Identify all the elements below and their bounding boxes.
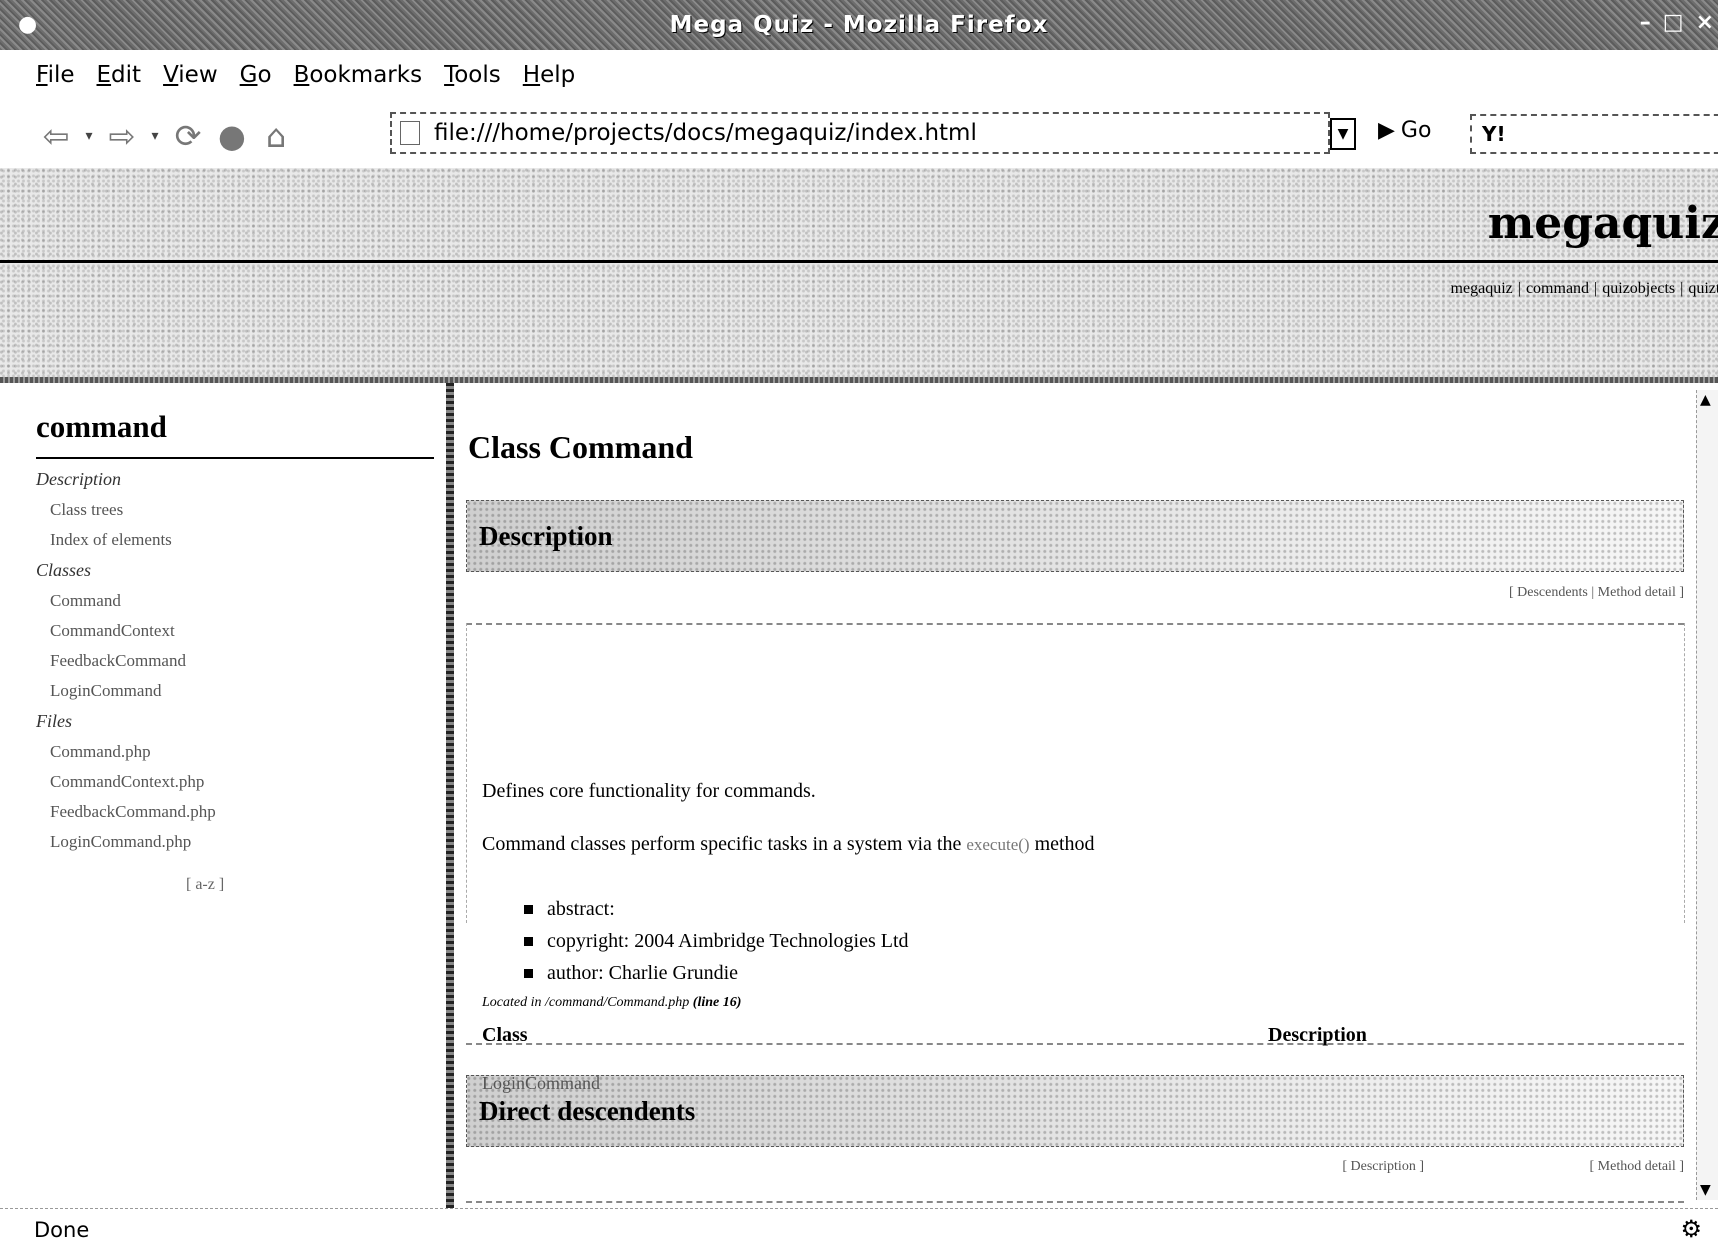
sidebar-link-logincommand[interactable]: LoginCommand <box>36 681 448 701</box>
url-bar[interactable] <box>390 112 1330 154</box>
menu-go[interactable]: Go <box>240 62 272 88</box>
descendents-heading: Direct descendents <box>479 1096 696 1126</box>
window-titlebar: ● Mega Quiz - Mozilla Firefox – □ × <box>0 0 1718 50</box>
close-icon[interactable]: × <box>1696 10 1714 35</box>
forward-arrow-icon[interactable]: ⇨ <box>100 114 144 158</box>
description-right-border <box>1684 623 1685 923</box>
sidebar-link-logincommand-php[interactable]: LoginCommand.php <box>36 832 448 852</box>
description-bottom-border <box>466 1043 1684 1045</box>
search-engine-label: Y! <box>1482 122 1506 146</box>
sidebar-heading-files: Files <box>36 711 72 731</box>
located-in-text: Located in /command/Command.php (line 16… <box>482 995 741 1011</box>
doc-tag-author: author: Charlie Grundie <box>524 957 909 989</box>
status-activity-icon: ⚙ <box>1680 1215 1702 1243</box>
sidebar-link-feedbackcommand-php[interactable]: FeedbackCommand.php <box>36 802 448 822</box>
menu-file[interactable]: File <box>36 62 75 88</box>
sidebar-link-feedbackcommand[interactable]: FeedbackCommand <box>36 651 448 671</box>
page-icon <box>400 121 420 145</box>
description-heading: Description <box>479 521 613 551</box>
located-prefix: Located in <box>482 995 542 1010</box>
site-title: megaquiz <box>1487 198 1718 249</box>
go-button[interactable]: ▶ Go <box>1378 118 1431 143</box>
site-banner: megaquiz megaquiz | command | quizobject… <box>0 168 1718 383</box>
class-summary: Defines core functionality for commands. <box>482 780 816 802</box>
doc-tag-abstract: abstract: <box>524 893 909 925</box>
description-top-border <box>466 623 1684 625</box>
sidebar-index-link[interactable]: [ a-z ] <box>36 876 448 894</box>
sidebar-link-command[interactable]: Command <box>36 591 448 611</box>
window-controls: – □ × <box>1640 10 1714 35</box>
page-content: megaquiz megaquiz | command | quizobject… <box>0 168 1718 1208</box>
menu-help[interactable]: Help <box>523 62 575 88</box>
sidebar-heading-description: Description <box>36 469 121 489</box>
scroll-up-arrow-icon[interactable]: ▲ <box>1700 392 1711 408</box>
execute-method-link[interactable]: execute() <box>966 835 1029 854</box>
class-description: Command classes perform specific tasks i… <box>482 833 1095 856</box>
sidebar-link-commandcontext[interactable]: CommandContext <box>36 621 448 641</box>
descendents-top-border <box>466 1201 1684 1203</box>
table-header-description: Description <box>1268 1024 1367 1046</box>
window-title: Mega Quiz - Mozilla Firefox <box>669 12 1049 38</box>
table-header-class: Class <box>482 1024 528 1046</box>
reload-icon[interactable]: ⟳ <box>166 114 210 158</box>
maximize-icon[interactable]: □ <box>1663 10 1684 35</box>
navigation-toolbar: ⇦ ▾ ⇨ ▾ ⟳ ● ⌂ ▼ ▶ Go Y! <box>0 104 1718 168</box>
menu-tools[interactable]: Tools <box>444 62 501 88</box>
frame-divider[interactable] <box>446 383 454 1208</box>
url-input[interactable] <box>434 120 1328 146</box>
back-arrow-icon[interactable]: ⇦ <box>34 114 78 158</box>
forward-dropdown-icon[interactable]: ▾ <box>144 128 166 144</box>
located-line: (line 16) <box>692 995 742 1010</box>
menubar: File Edit View Go Bookmarks Tools Help <box>0 50 1718 100</box>
banner-link-command[interactable]: command <box>1526 280 1589 297</box>
menu-edit[interactable]: Edit <box>97 62 142 88</box>
banner-link-quizobjects[interactable]: quizobjects <box>1602 280 1675 297</box>
scroll-down-arrow-icon[interactable]: ▼ <box>1700 1182 1711 1198</box>
home-icon[interactable]: ⌂ <box>254 114 298 158</box>
sidebar-title: command <box>36 409 434 459</box>
minimize-icon[interactable]: – <box>1640 10 1651 35</box>
sidebar-heading-classes: Classes <box>36 560 92 580</box>
descendents-section-header: Direct descendents <box>466 1075 1684 1147</box>
class-description-suffix: method <box>1034 833 1095 855</box>
go-label: Go <box>1400 118 1432 143</box>
table-cell-class-logincommand[interactable]: LoginCommand <box>482 1073 600 1094</box>
menu-bookmarks[interactable]: Bookmarks <box>294 62 423 88</box>
go-arrow-icon: ▶ <box>1378 118 1395 143</box>
sidebar-link-commandcontext-php[interactable]: CommandContext.php <box>36 772 448 792</box>
menu-view[interactable]: View <box>163 62 218 88</box>
main-content: Class Command Description [ Descendents … <box>454 383 1704 1208</box>
doc-tag-copyright: copyright: 2004 Aimbridge Technologies L… <box>524 925 909 957</box>
class-title: Class Command <box>468 429 693 465</box>
vertical-scrollbar[interactable]: ▲ ▼ <box>1696 390 1718 1200</box>
description-nav-links[interactable]: [ Descendents | Method detail ] <box>1509 585 1684 601</box>
located-file-link[interactable]: /command/Command.php <box>545 995 689 1010</box>
sidebar-link-command-php[interactable]: Command.php <box>36 742 448 762</box>
banner-rule <box>0 260 1718 263</box>
descendents-nav-method-detail[interactable]: [ Method detail ] <box>1590 1159 1684 1175</box>
search-box[interactable]: Y! <box>1470 114 1718 154</box>
status-bar: Done ⚙ <box>0 1208 1718 1250</box>
description-section-header: Description <box>466 500 1684 572</box>
banner-package-links: megaquiz | command | quizobjects | quizt… <box>1450 280 1718 298</box>
status-text: Done <box>34 1217 90 1242</box>
banner-link-megaquiz[interactable]: megaquiz <box>1451 280 1513 297</box>
firefox-app-icon: ● <box>18 12 38 37</box>
doc-tags-list: abstract: copyright: 2004 Aimbridge Tech… <box>524 893 909 989</box>
stop-icon[interactable]: ● <box>210 114 254 158</box>
banner-link-quiztools[interactable]: quiztools <box>1688 280 1718 297</box>
back-dropdown-icon[interactable]: ▾ <box>78 128 100 144</box>
sidebar-link-class-trees[interactable]: Class trees <box>36 500 448 520</box>
class-description-prefix: Command classes perform specific tasks i… <box>482 833 962 855</box>
sidebar-link-index-of-elements[interactable]: Index of elements <box>36 530 448 550</box>
description-left-border <box>466 623 467 923</box>
sidebar: command Description Class trees Index of… <box>0 383 448 1208</box>
descendents-nav-description[interactable]: [ Description ] <box>1342 1159 1424 1175</box>
url-history-dropdown-icon[interactable]: ▼ <box>1330 118 1356 150</box>
